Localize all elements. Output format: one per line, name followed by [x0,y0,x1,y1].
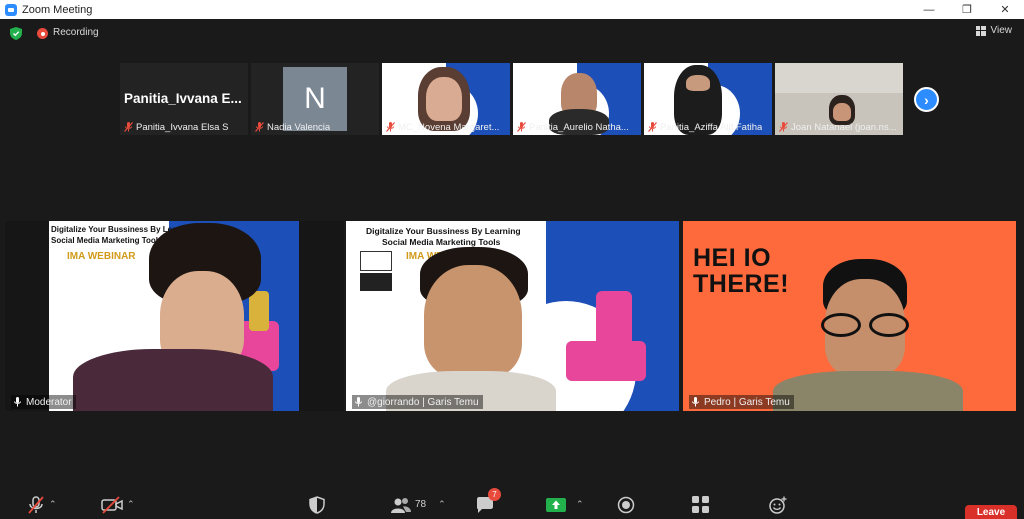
chat-button[interactable]: 7 [476,488,501,519]
mic-muted-icon [124,122,133,132]
participants-count: 78 [415,499,427,510]
next-page-button[interactable]: › [914,87,939,112]
smiley-plus-icon [769,496,787,514]
video-tile-giorrando[interactable]: Digitalize Your Bussiness By Learning So… [346,221,679,411]
mic-muted-icon [648,122,657,132]
participant-name-label: Joan Natanael (joan.ns... [779,121,897,133]
view-button[interactable]: View [975,25,1013,36]
mic-muted-icon [255,122,264,132]
participant-name: @giorrando | Garis Temu [367,396,479,408]
participant-name: Moderator [26,396,72,408]
window-title: Zoom Meeting [22,3,93,16]
mic-muted-icon [517,122,526,132]
tile-name-label: @giorrando | Garis Temu [352,395,483,409]
participant-thumbnail[interactable]: MC_Novena Margaret... [382,63,510,135]
participant-name: Panitia_Aziffa Alif Fatiha [660,121,763,133]
glasses-icon [821,313,861,337]
tile-name-label: Pedro | Garis Temu [689,395,794,409]
close-button[interactable]: ✕ [986,0,1024,19]
share-screen-button[interactable]: ⌃ [546,490,584,519]
participant-thumbnail[interactable]: Panitia_Aurelio Natha... [513,63,641,135]
zoom-app-icon [5,3,17,16]
start-video-button[interactable]: ⌃ [101,490,135,519]
window-controls: — ❐ ✕ [910,0,1024,19]
participant-name: Joan Natanael (joan.ns... [791,121,897,133]
mic-active-icon [692,397,699,407]
view-label: View [990,25,1013,36]
chevron-up-icon[interactable]: ⌃ [576,499,584,510]
background-greeting: HEI IO THERE! [693,245,789,298]
slide-subtitle: IMA WEBINAR [67,251,136,262]
meeting-toolbar: ⌃ ⌃ 78 ⌃ 7 ⌃ [0,488,1024,519]
reactions-button[interactable] [768,490,788,519]
participant-thumbnail[interactable]: Panitia_Aziffa Alif Fatiha [644,63,772,135]
share-screen-icon [546,497,566,512]
participant-face [424,265,522,377]
participant-video [73,349,273,411]
participant-display-name: Panitia_Ivvana E... [124,91,242,106]
slide-title-line-2: Social Media Marketing Tools [51,236,163,245]
participant-thumbnail[interactable]: Joan Natanael (joan.ns... [775,63,903,135]
participant-name: Pedro | Garis Temu [704,396,790,408]
mic-active-icon [14,397,21,407]
participant-name: Nadia Valencia [267,121,331,133]
video-off-icon [101,495,123,514]
glasses-icon [869,313,909,337]
maximize-button[interactable]: ❐ [948,0,986,19]
apps-button[interactable] [692,490,709,519]
slide-title-line-1: Digitalize Your Bussiness By Learning [366,226,521,236]
participant-thumbnail[interactable]: Panitia_Ivvana E... Panitia_Ivvana Elsa … [120,63,248,135]
chevron-up-icon[interactable]: ⌃ [127,499,135,510]
participant-name-label: Panitia_Aziffa Alif Fatiha [648,121,762,133]
participant-thumbnail[interactable]: N Nadia Valencia [251,63,379,135]
encryption-shield-icon[interactable] [10,27,22,40]
room-background [775,63,903,93]
participant-name-label: Panitia_Aurelio Natha... [517,121,629,133]
mic-muted-icon [386,122,395,132]
participant-name-label: Nadia Valencia [255,121,330,133]
meeting-info-bar: Recording View [0,19,1024,49]
mic-active-icon [355,397,362,407]
mute-button[interactable]: ⌃ [27,490,57,519]
chevron-up-icon[interactable]: ⌃ [438,499,446,510]
participant-face [833,103,851,121]
shield-icon [309,495,325,514]
zoom-window: Zoom Meeting — ❐ ✕ Recording View Paniti… [0,0,1024,519]
video-tile-moderator[interactable]: Digitalize Your Bussiness By Learning So… [5,221,344,411]
grid-view-icon [975,25,986,36]
chevron-up-icon[interactable]: ⌃ [49,499,57,510]
title-bar: Zoom Meeting — ❐ ✕ [0,0,1024,19]
mic-muted-icon [779,122,788,132]
participant-video [773,371,963,411]
recording-icon[interactable] [37,28,48,39]
slide-title-line-2: Social Media Marketing Tools [382,237,501,247]
participants-icon [391,497,411,513]
participant-face [686,75,710,91]
chevron-right-icon: › [924,91,929,108]
record-icon [617,496,635,513]
security-button[interactable] [309,490,325,519]
leave-button[interactable]: Leave [965,505,1017,519]
mic-muted-icon [28,495,44,514]
participant-name: MC_Novena Margaret... [398,121,500,133]
greeting-line-1: HEI IO [693,244,772,272]
participant-name: Panitia_Ivvana Elsa S [136,121,229,133]
recording-label[interactable]: Recording [53,27,99,38]
tile-name-label: Moderator [11,395,76,409]
video-tile-pedro[interactable]: HEI IO THERE! Pedro | Garis Temu [683,221,1016,411]
chat-unread-badge: 7 [488,488,501,501]
minimize-button[interactable]: — [910,0,948,19]
participant-name-label: Panitia_Ivvana Elsa S [124,121,228,133]
participant-name-label: MC_Novena Margaret... [386,121,499,133]
record-button[interactable] [617,490,635,519]
participant-face [426,77,462,121]
participants-button[interactable]: 78 ⌃ [391,490,446,519]
greeting-line-2: THERE! [693,270,790,299]
apps-grid-icon [692,496,709,513]
participant-name: Panitia_Aurelio Natha... [529,121,629,133]
